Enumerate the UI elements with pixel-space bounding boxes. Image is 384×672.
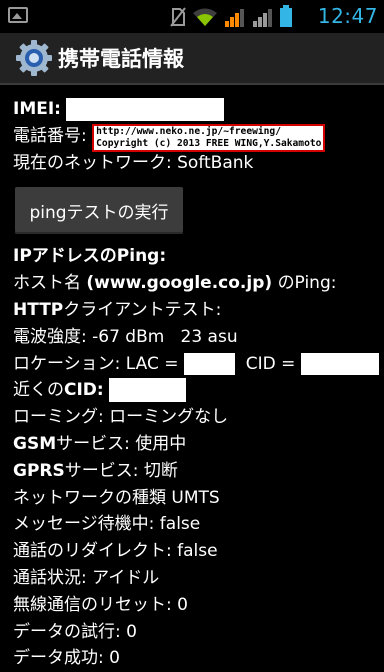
gsm-service: GSMサービス: 使用中 — [13, 433, 187, 454]
roaming: ローミング: ローミングなし — [13, 407, 229, 428]
clock: 12:47 — [317, 4, 378, 28]
action-bar: 携帯電話情報 — [0, 33, 384, 85]
page-title: 携帯電話情報 — [58, 47, 184, 71]
imei-redacted — [66, 97, 225, 121]
phone-number-label: 電話番号: — [13, 125, 87, 146]
call-redirect: 通話のリダイレクト: false — [13, 541, 218, 562]
battery-icon — [280, 5, 292, 27]
nearby-cid-row: 近くのCID: — [13, 377, 384, 404]
imei-row: IMEI: — [13, 96, 384, 123]
image-notification-icon — [8, 7, 28, 23]
cid-redacted — [300, 352, 379, 375]
phone-info-content: IMEI: 電話番号: http://www.neko.ne.jp/~freew… — [13, 96, 384, 672]
no-sim-icon — [170, 7, 186, 27]
message-waiting: メッセージ待機中: false — [13, 514, 201, 535]
wifi-icon — [193, 8, 217, 26]
lac-redacted — [183, 352, 235, 375]
copyright-watermark: http://www.neko.ne.jp/~freewing/ Copyrig… — [92, 123, 326, 152]
signal-strength: 電波強度: -67 dBm 23 asu — [13, 326, 238, 347]
nearby-cid-redacted — [109, 378, 187, 403]
call-status: 通話状況: アイドル — [13, 567, 160, 588]
radio-reset: 無線通信のリセット: 0 — [13, 594, 188, 615]
settings-gear-icon — [16, 40, 52, 76]
ip-ping-row: IPアドレスのPing: — [13, 246, 167, 267]
network-type: ネットワークの種類 UMTS — [13, 487, 220, 508]
http-test-row: HTTPクライアントテスト: — [13, 299, 222, 320]
data-attempts: データの試行: 0 — [13, 621, 137, 642]
gprs-service: GPRSサービス: 切断 — [13, 460, 178, 481]
imei-label: IMEI: — [13, 99, 61, 119]
status-bar: 12:47 — [0, 0, 384, 33]
location-row: ロケーション: LAC = CID = — [13, 351, 384, 378]
signal-bars-icon — [253, 9, 272, 27]
ping-test-button[interactable]: pingテストの実行 — [15, 187, 183, 235]
signal-bars-icon — [225, 9, 244, 27]
phone-number-row: 電話番号: http://www.neko.ne.jp/~freewing/ C… — [13, 123, 384, 152]
data-success: データ成功: 0 — [13, 648, 120, 669]
host-ping-row: ホスト名 (www.google.co.jp) のPing: — [13, 273, 337, 294]
current-network: 現在のネットワーク: SoftBank — [13, 152, 254, 173]
